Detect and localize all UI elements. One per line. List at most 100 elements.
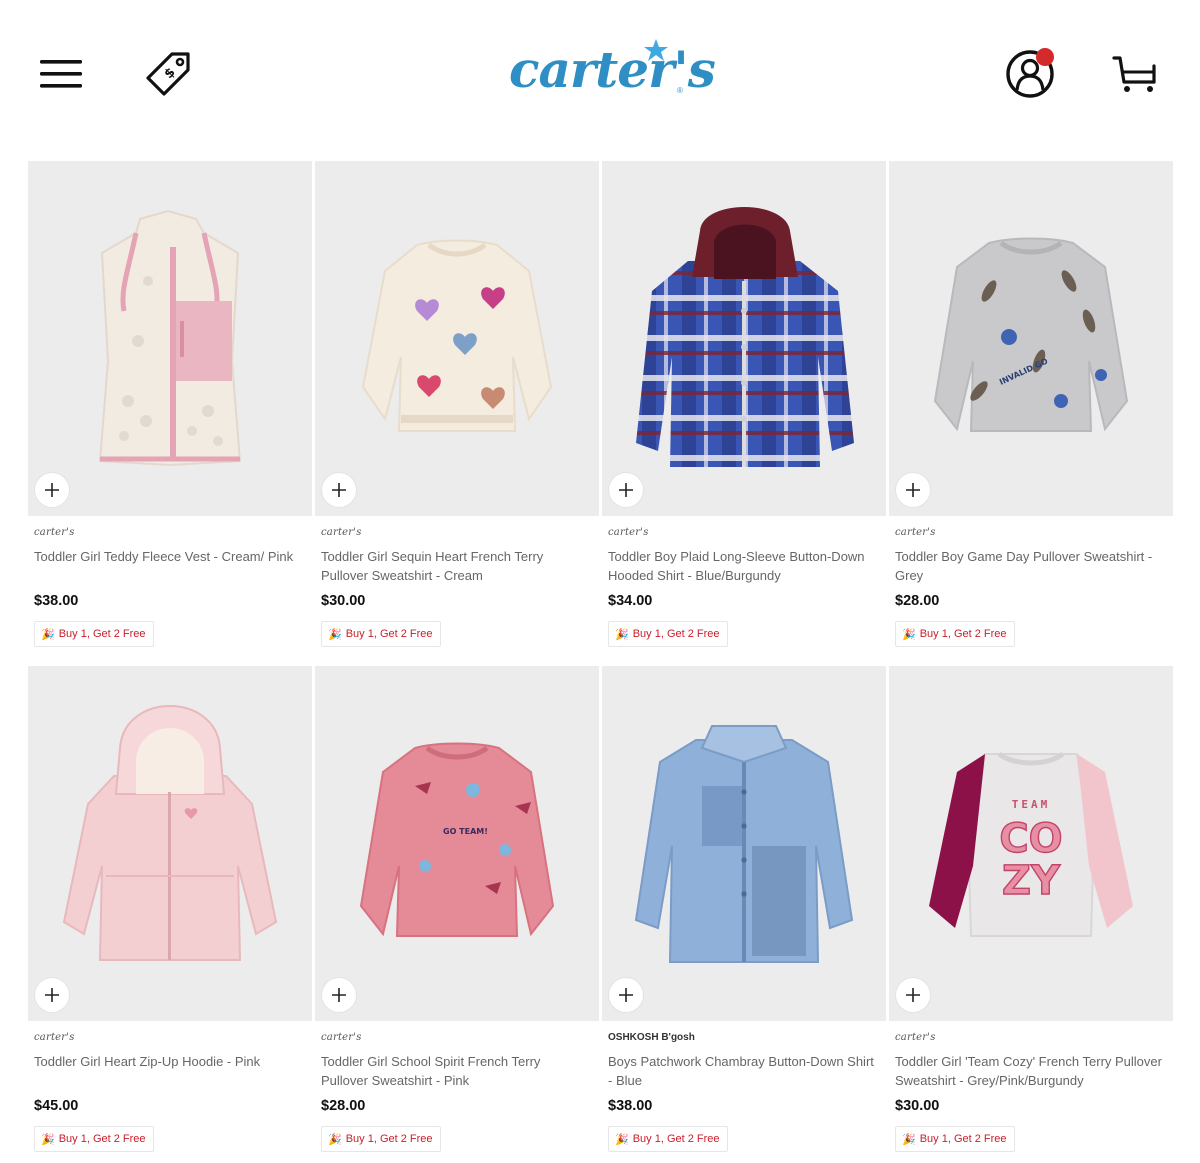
product-image[interactable]: INVALID GO: [889, 161, 1173, 516]
add-to-cart-button[interactable]: [322, 978, 356, 1012]
product-card[interactable]: INVALID GO carter's Toddler Boy Game Day…: [889, 161, 1173, 656]
product-title[interactable]: Boys Patchwork Chambray Button-Down Shir…: [608, 1052, 876, 1090]
promo-label: Buy 1, Get 2 Free: [345, 1133, 433, 1145]
add-to-cart-button[interactable]: [896, 978, 930, 1012]
pink-hoodie-image: [62, 705, 278, 961]
product-card[interactable]: carter's Toddler Girl Heart Zip-Up Hoodi…: [28, 666, 312, 1161]
add-to-cart-button[interactable]: [896, 473, 930, 507]
star-icon: [644, 39, 668, 61]
brand-name: carter's: [608, 527, 649, 538]
add-to-cart-button[interactable]: [609, 473, 643, 507]
price-tag-icon: $: [146, 52, 190, 96]
brand-name: carter's: [34, 1032, 75, 1043]
product-title[interactable]: Toddler Boy Game Day Pullover Sweatshirt…: [895, 547, 1163, 585]
team-cozy-print-line-1: TEAM: [1012, 798, 1051, 811]
menu-icon: [40, 60, 82, 88]
plus-icon: [45, 988, 59, 1002]
spirit-print: GO TEAM!: [443, 827, 488, 836]
product-price: $30.00: [895, 1098, 940, 1114]
product-price: $28.00: [895, 593, 940, 609]
product-image[interactable]: [602, 666, 886, 1021]
party-popper-icon: 🎉: [41, 628, 55, 641]
heart-sweatshirt-image: [361, 239, 553, 432]
promo-label: Buy 1, Get 2 Free: [632, 628, 720, 640]
product-image[interactable]: [315, 161, 599, 516]
party-popper-icon: 🎉: [41, 1133, 55, 1146]
promo-badge: 🎉 Buy 1, Get 2 Free: [895, 621, 1015, 647]
promo-label: Buy 1, Get 2 Free: [919, 1133, 1007, 1145]
product-title[interactable]: Toddler Boy Plaid Long-Sleeve Button-Dow…: [608, 547, 876, 585]
notification-badge: [1036, 48, 1054, 66]
promo-badge: 🎉 Buy 1, Get 2 Free: [895, 1126, 1015, 1152]
party-popper-icon: 🎉: [902, 628, 916, 641]
teddy-vest-image: [98, 209, 242, 467]
brand-name: carter's: [895, 527, 936, 538]
product-price: $30.00: [321, 593, 366, 609]
product-title[interactable]: Toddler Girl Heart Zip-Up Hoodie - Pink: [34, 1052, 302, 1071]
product-image[interactable]: [28, 666, 312, 1021]
promo-label: Buy 1, Get 2 Free: [632, 1133, 720, 1145]
plus-icon: [906, 483, 920, 497]
product-price: $45.00: [34, 1098, 79, 1114]
party-popper-icon: 🎉: [615, 628, 629, 641]
add-to-cart-button[interactable]: [35, 978, 69, 1012]
party-popper-icon: 🎉: [615, 1133, 629, 1146]
product-image[interactable]: GO TEAM!: [315, 666, 599, 1021]
product-title[interactable]: Toddler Girl 'Team Cozy' French Terry Pu…: [895, 1052, 1163, 1090]
product-card[interactable]: TEAM CO ZY carter's Toddler Girl 'Team C…: [889, 666, 1173, 1161]
promo-badge: 🎉 Buy 1, Get 2 Free: [321, 621, 441, 647]
game-day-sweatshirt-image: INVALID GO: [933, 237, 1129, 432]
brand-name: carter's: [321, 527, 362, 538]
product-card[interactable]: OSHKOSH B'gosh Boys Patchwork Chambray B…: [602, 666, 886, 1161]
promo-badge: 🎉 Buy 1, Get 2 Free: [321, 1126, 441, 1152]
product-price: $38.00: [34, 593, 79, 609]
promo-badge: 🎉 Buy 1, Get 2 Free: [34, 1126, 154, 1152]
cart-button[interactable]: [1110, 52, 1162, 96]
promo-badge: 🎉 Buy 1, Get 2 Free: [608, 1126, 728, 1152]
product-image[interactable]: TEAM CO ZY: [889, 666, 1173, 1021]
chambray-shirt-image: [634, 725, 854, 963]
promo-badge: 🎉 Buy 1, Get 2 Free: [34, 621, 154, 647]
brand-name: OSHKOSH B'gosh: [608, 1032, 695, 1043]
promo-label: Buy 1, Get 2 Free: [58, 1133, 146, 1145]
carters-logo[interactable]: carter's ®: [505, 38, 716, 104]
menu-button[interactable]: [38, 52, 84, 96]
product-card[interactable]: carter's Toddler Girl Sequin Heart Frenc…: [315, 161, 599, 656]
team-cozy-sweatshirt-image: TEAM CO ZY: [929, 751, 1133, 937]
team-cozy-print-line-3: ZY: [1002, 858, 1061, 904]
add-to-cart-button[interactable]: [35, 473, 69, 507]
product-title[interactable]: Toddler Girl Teddy Fleece Vest - Cream/ …: [34, 547, 302, 566]
product-card[interactable]: carter's Toddler Boy Plaid Long-Sleeve B…: [602, 161, 886, 656]
cart-icon: [1112, 56, 1156, 92]
team-cozy-print-line-2: CO: [999, 816, 1062, 862]
product-image[interactable]: [28, 161, 312, 516]
brand-name: carter's: [895, 1032, 936, 1043]
product-card[interactable]: GO TEAM! carter's Toddler Girl School Sp…: [315, 666, 599, 1161]
svg-text:$: $: [162, 65, 179, 82]
party-popper-icon: 🎉: [328, 628, 342, 641]
plaid-hooded-shirt-image: [636, 207, 854, 467]
promo-label: Buy 1, Get 2 Free: [919, 628, 1007, 640]
deals-button[interactable]: $: [142, 48, 194, 100]
school-spirit-sweatshirt-image: GO TEAM!: [359, 742, 555, 937]
plus-icon: [332, 483, 346, 497]
plus-icon: [906, 988, 920, 1002]
promo-label: Buy 1, Get 2 Free: [58, 628, 146, 640]
add-to-cart-button[interactable]: [322, 473, 356, 507]
product-price: $34.00: [608, 593, 653, 609]
product-title[interactable]: Toddler Girl School Spirit French Terry …: [321, 1052, 589, 1090]
party-popper-icon: 🎉: [328, 1133, 342, 1146]
product-price: $38.00: [608, 1098, 653, 1114]
add-to-cart-button[interactable]: [609, 978, 643, 1012]
product-card[interactable]: carter's Toddler Girl Teddy Fleece Vest …: [28, 161, 312, 656]
product-image[interactable]: [602, 161, 886, 516]
product-title[interactable]: Toddler Girl Sequin Heart French Terry P…: [321, 547, 589, 585]
plus-icon: [619, 483, 633, 497]
brand-name: carter's: [34, 527, 75, 538]
party-popper-icon: 🎉: [902, 1133, 916, 1146]
product-price: $28.00: [321, 1098, 366, 1114]
promo-label: Buy 1, Get 2 Free: [345, 628, 433, 640]
plus-icon: [45, 483, 59, 497]
plus-icon: [332, 988, 346, 1002]
brand-name: carter's: [321, 1032, 362, 1043]
